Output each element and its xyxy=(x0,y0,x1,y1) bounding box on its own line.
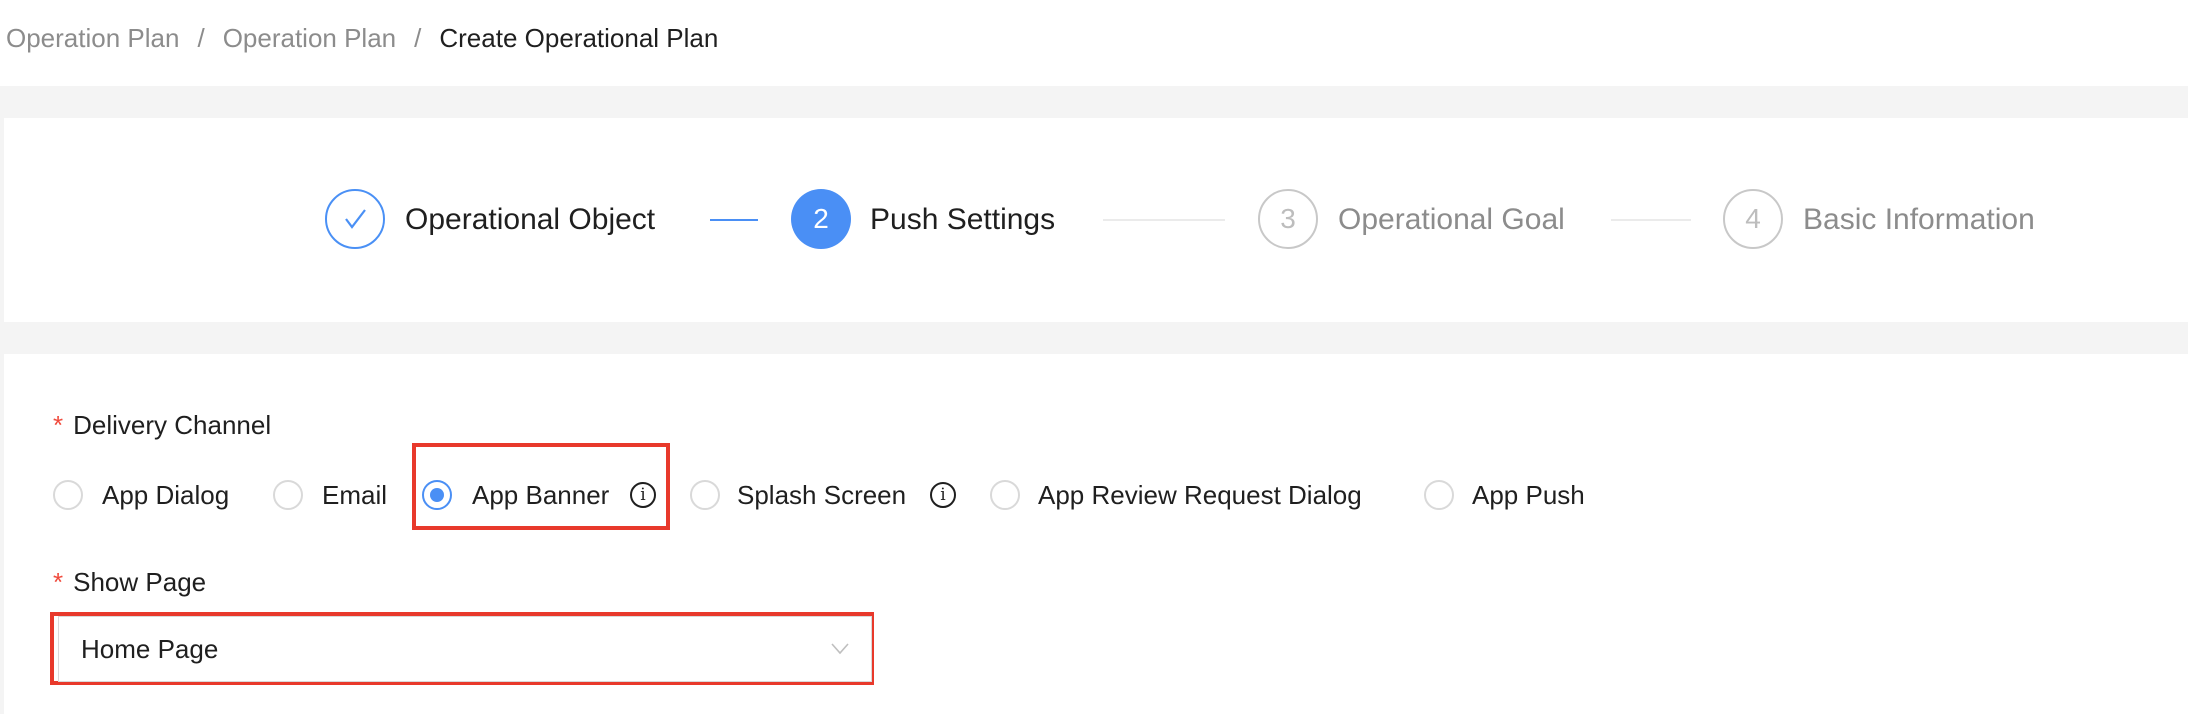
delivery-channel-label: * Delivery Channel xyxy=(53,409,271,441)
breadcrumb-link-operation-plan[interactable]: Operation Plan xyxy=(6,23,179,53)
radio-label-app-push[interactable]: App Push xyxy=(1472,478,1585,512)
step-connector xyxy=(1103,219,1225,221)
delivery-channel-label-text: Delivery Channel xyxy=(73,410,272,440)
step-3-title: Operational Goal xyxy=(1338,203,1565,236)
radio-app-push[interactable] xyxy=(1424,480,1454,510)
step-1-check-icon xyxy=(325,189,385,249)
step-2-number: 2 xyxy=(791,189,851,249)
radio-label-app-banner[interactable]: App Banner xyxy=(472,478,609,512)
radio-app-review-request-dialog[interactable] xyxy=(990,480,1020,510)
breadcrumb-current: Create Operational Plan xyxy=(439,23,719,53)
required-mark: * xyxy=(53,567,64,597)
breadcrumb: Operation Plan / Operation Plan / Create Ope… xyxy=(6,20,718,56)
step-2-title: Push Settings xyxy=(870,203,1056,236)
show-page-label: * Show Page xyxy=(53,566,206,598)
radio-app-banner[interactable] xyxy=(422,480,452,510)
radio-email[interactable] xyxy=(273,480,303,510)
radio-splash-screen[interactable] xyxy=(690,480,720,510)
breadcrumb-separator: / xyxy=(414,23,422,53)
info-icon[interactable]: i xyxy=(930,482,956,508)
show-page-label-text: Show Page xyxy=(73,567,207,597)
radio-label-app-review-request-dialog[interactable]: App Review Request Dialog xyxy=(1038,478,1362,512)
radio-app-dialog[interactable] xyxy=(53,480,83,510)
radio-label-splash-screen[interactable]: Splash Screen xyxy=(737,478,906,512)
step-3-number: 3 xyxy=(1258,189,1318,249)
push-settings-form: * Delivery Channel App Dialog Email App B… xyxy=(4,354,2188,714)
info-icon[interactable]: i xyxy=(630,482,656,508)
radio-label-email[interactable]: Email xyxy=(322,478,387,512)
steps-card: Operational Object 2 Push Settings 3 Ope… xyxy=(4,118,2188,322)
breadcrumb-link-operation-plan-2[interactable]: Operation Plan xyxy=(223,23,396,53)
chevron-down-icon xyxy=(831,643,849,655)
show-page-value: Home Page xyxy=(81,634,219,664)
breadcrumb-separator: / xyxy=(197,23,205,53)
radio-label-app-dialog[interactable]: App Dialog xyxy=(102,478,229,512)
step-connector xyxy=(710,219,758,221)
step-4-title: Basic Information xyxy=(1803,203,2035,236)
top-bar: Operation Plan / Operation Plan / Create Ope… xyxy=(0,0,2188,86)
step-connector xyxy=(1611,219,1691,221)
step-4-number: 4 xyxy=(1723,189,1783,249)
show-page-select[interactable]: Home Page xyxy=(58,616,872,682)
required-mark: * xyxy=(53,410,64,440)
step-1-title: Operational Object xyxy=(405,203,656,236)
